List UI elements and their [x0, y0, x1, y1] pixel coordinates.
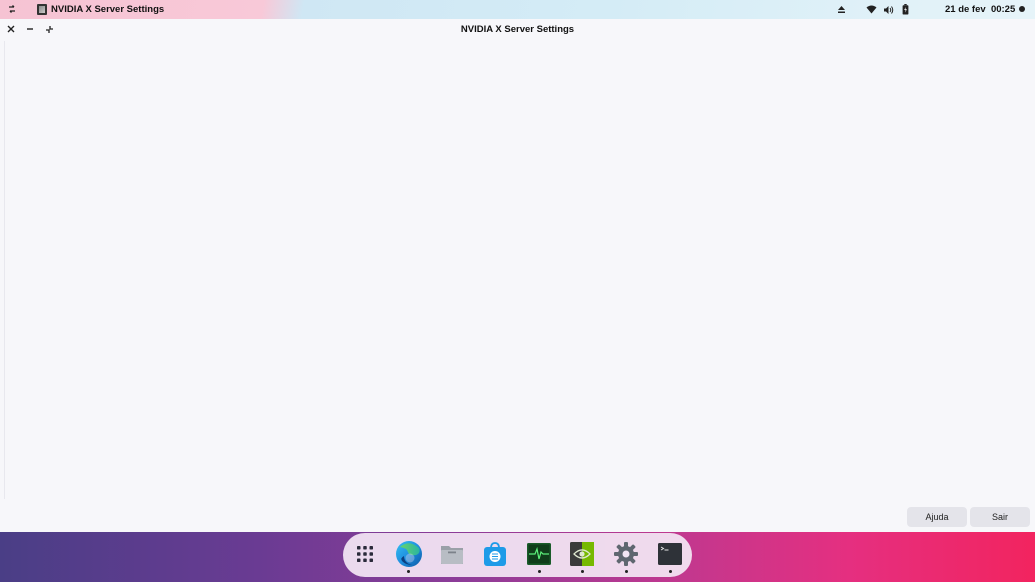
eject-icon[interactable] [836, 3, 846, 16]
nvidia-icon[interactable] [569, 541, 595, 567]
edge-icon[interactable] [394, 539, 424, 569]
gear-icon[interactable] [613, 541, 639, 567]
terminal-icon[interactable] [657, 541, 683, 567]
activities-icon[interactable] [7, 4, 17, 14]
battery-icon[interactable] [900, 3, 910, 16]
app-grid-icon[interactable] [352, 541, 378, 567]
running-indicator-edge [407, 570, 410, 573]
system-monitor-icon[interactable] [526, 541, 552, 567]
help-button[interactable]: Ajuda [907, 507, 967, 527]
running-indicator-terminal [669, 570, 672, 573]
content-divider [4, 41, 5, 499]
wifi-icon[interactable] [865, 3, 877, 16]
notification-dot-icon[interactable] [1019, 6, 1025, 12]
running-indicator-system-monitor [538, 570, 541, 573]
store-bag-icon[interactable] [482, 541, 508, 567]
window-content [0, 41, 1035, 505]
folder-icon[interactable] [439, 541, 465, 567]
nvidia-settings-app-icon[interactable] [37, 4, 47, 15]
window-header: NVIDIA X Server Settings [0, 19, 1035, 41]
volume-icon[interactable] [882, 3, 894, 16]
focused-app-name[interactable]: NVIDIA X Server Settings [51, 4, 164, 15]
running-indicator-nvidia [581, 570, 584, 573]
quit-button[interactable]: Sair [970, 507, 1030, 527]
running-indicator-settings [625, 570, 628, 573]
clock[interactable]: 21 de fev 00:25 [945, 4, 1015, 15]
window-title: NVIDIA X Server Settings [460, 24, 575, 35]
top-bar: NVIDIA X Server Settings 21 de fev 00:25 [0, 0, 1035, 19]
